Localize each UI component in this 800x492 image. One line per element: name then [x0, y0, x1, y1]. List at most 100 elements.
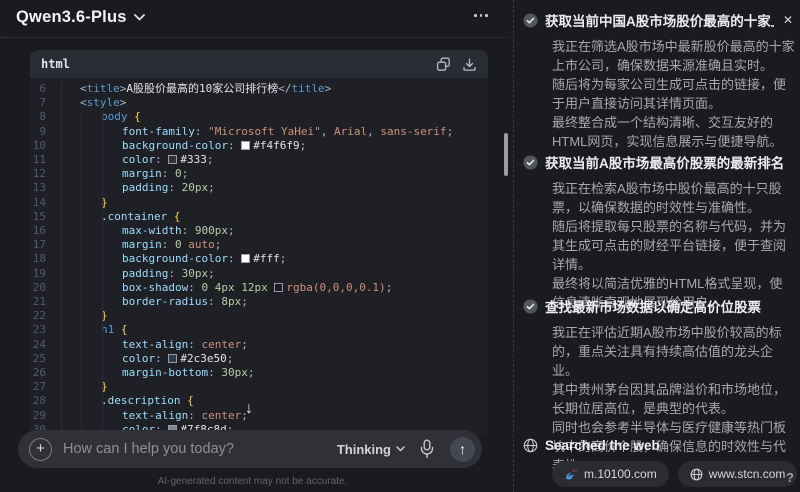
code-line: 26margin-bottom: 30px; [30, 366, 488, 380]
task-paragraph: 随后将为每家公司生成可点击的链接，便于用户直接访问其详情页面。 [552, 75, 795, 113]
code-line: 6<title>A股股价最高的10家公司排行榜</title> [30, 82, 488, 96]
code-header: html [30, 50, 488, 78]
code-artifact-panel: html 6<title>A股股价最高的10家公司排行榜</title>7<st… [30, 50, 488, 436]
task-paragraph: 我正在筛选A股市场中最新股价最高的十家上市公司，确保数据来源准确且实时。 [552, 37, 795, 75]
scroll-to-bottom-button[interactable]: ↓ [245, 400, 253, 418]
send-button[interactable]: ↑ [450, 437, 475, 462]
code-line: 23h1 { [30, 323, 488, 337]
help-button[interactable]: ? [786, 470, 794, 485]
svg-text:co: co [572, 468, 577, 473]
check-icon [523, 155, 538, 170]
task-paragraph: 我正在检索A股市场中股价最高的十只股票，以确保数据的时效性与准确性。 [552, 179, 795, 217]
copy-icon[interactable] [436, 57, 451, 72]
line-number: 22 [30, 309, 62, 323]
site-logo-icon: co [564, 468, 578, 481]
web-source-chip[interactable]: co m.10100.com [552, 461, 669, 487]
more-options-button[interactable] [470, 10, 492, 21]
web-sources: co m.10100.com www.stcn.com [552, 461, 795, 487]
task-section-body: 我正在筛选A股市场中最新股价最高的十家上市公司，确保数据来源准确且实时。随后将为… [552, 37, 795, 151]
line-number: 11 [30, 153, 62, 167]
color-swatch [241, 254, 250, 263]
task-section-title: 获取当前A股市场最高价股票的最新排名 [545, 152, 795, 172]
code-line: 11color: #333; [30, 153, 488, 167]
indent-guide [81, 111, 82, 436]
code-line: 28.description { [30, 394, 488, 408]
code-line: 7<style> [30, 96, 488, 110]
color-swatch [168, 155, 177, 164]
chevron-down-icon [396, 446, 405, 452]
web-source-label: m.10100.com [584, 467, 657, 481]
task-section-title: 查找最新市场数据以确定高价位股票 [545, 296, 795, 316]
line-number: 21 [30, 295, 62, 309]
code-line: 18background-color: #fff; [30, 252, 488, 266]
line-number: 14 [30, 196, 62, 210]
task-section-title: 获取当前中国A股市场股价最高的十家上市公司信息 [545, 10, 774, 30]
code-line: 27} [30, 380, 488, 394]
scrollbar[interactable] [504, 133, 508, 176]
searched-the-web-title: Searched the web [545, 438, 795, 453]
ai-disclaimer: AI-generated content may not be accurate… [0, 476, 505, 487]
web-source-label: www.stcn.com [709, 467, 786, 481]
code-line: 14} [30, 196, 488, 210]
chat-input-bar: + Thinking ↑ [18, 430, 482, 468]
line-number: 24 [30, 338, 62, 352]
microphone-icon[interactable] [419, 439, 437, 459]
code-line: 12margin: 0; [30, 167, 488, 181]
line-number: 12 [30, 167, 62, 181]
code-line: 17margin: 0 auto; [30, 238, 488, 252]
thinking-label: Thinking [337, 442, 391, 457]
code-language-label: html [41, 57, 70, 71]
thinking-mode-selector[interactable]: Thinking [337, 442, 405, 457]
check-icon [523, 13, 538, 28]
color-swatch [168, 354, 177, 363]
color-swatch [241, 141, 250, 150]
globe-icon [690, 468, 703, 481]
line-number: 26 [30, 366, 62, 380]
line-number: 10 [30, 139, 62, 153]
color-swatch [274, 283, 283, 292]
chat-input[interactable] [63, 441, 337, 457]
line-number: 29 [30, 409, 62, 423]
line-number: 19 [30, 267, 62, 281]
task-paragraph: 随后将提取每只股票的名称与代码，并为其生成可点击的财经平台链接，便于查阅详情。 [552, 217, 795, 274]
code-line: 10background-color: #f4f6f9; [30, 139, 488, 153]
code-line: 20box-shadow: 0 4px 12px rgba(0,0,0,0.1)… [30, 281, 488, 295]
download-icon[interactable] [462, 57, 477, 72]
globe-icon [523, 438, 538, 453]
code-line: 8body { [30, 110, 488, 124]
code-line: 24text-align: center; [30, 338, 488, 352]
agent-steps-panel: 获取当前中国A股市场股价最高的十家上市公司信息 ✕ 我正在筛选A股市场中最新股价最高… [516, 0, 800, 492]
web-source-chip[interactable]: www.stcn.com [678, 461, 798, 487]
code-line: 16max-width: 900px; [30, 224, 488, 238]
code-line: 25color: #2c3e50; [30, 352, 488, 366]
code-lines: 6<title>A股股价最高的10家公司排行榜</title>7<style>8… [30, 82, 488, 436]
code-line: 22} [30, 309, 488, 323]
line-number: 9 [30, 125, 62, 139]
close-icon[interactable]: ✕ [781, 12, 795, 28]
check-icon [523, 299, 538, 314]
code-line: 15.container { [30, 210, 488, 224]
header-divider [0, 37, 508, 38]
model-selector[interactable]: Qwen3.6-Plus [16, 8, 145, 27]
chevron-down-icon [134, 14, 145, 21]
panel-divider [513, 0, 514, 492]
line-number: 25 [30, 352, 62, 366]
indent-guide [102, 111, 103, 436]
task-paragraph: 我正在评估近期A股市场中股价较高的标的，重点关注具有持续高估值的龙头企业。 [552, 323, 795, 380]
line-number: 27 [30, 380, 62, 394]
line-number: 23 [30, 323, 62, 337]
line-number: 16 [30, 224, 62, 238]
code-line: 29text-align: center; [30, 409, 488, 423]
task-section-body: 我正在检索A股市场中股价最高的十只股票，以确保数据的时效性与准确性。随后将提取每… [552, 179, 795, 312]
code-editor: 6<title>A股股价最高的10家公司排行榜</title>7<style>8… [30, 78, 488, 436]
line-number: 13 [30, 181, 62, 195]
code-line: 9font-family: "Microsoft YaHei", Arial, … [30, 125, 488, 139]
attach-plus-button[interactable]: + [29, 438, 52, 461]
line-number: 8 [30, 110, 62, 124]
line-number: 18 [30, 252, 62, 266]
code-line: 13padding: 20px; [30, 181, 488, 195]
line-number: 6 [30, 82, 62, 96]
line-number: 28 [30, 394, 62, 408]
task-paragraph: 最终整合成一个结构清晰、交互友好的HTML网页，实现信息展示与便捷导航。 [552, 113, 795, 151]
line-number: 7 [30, 96, 62, 110]
